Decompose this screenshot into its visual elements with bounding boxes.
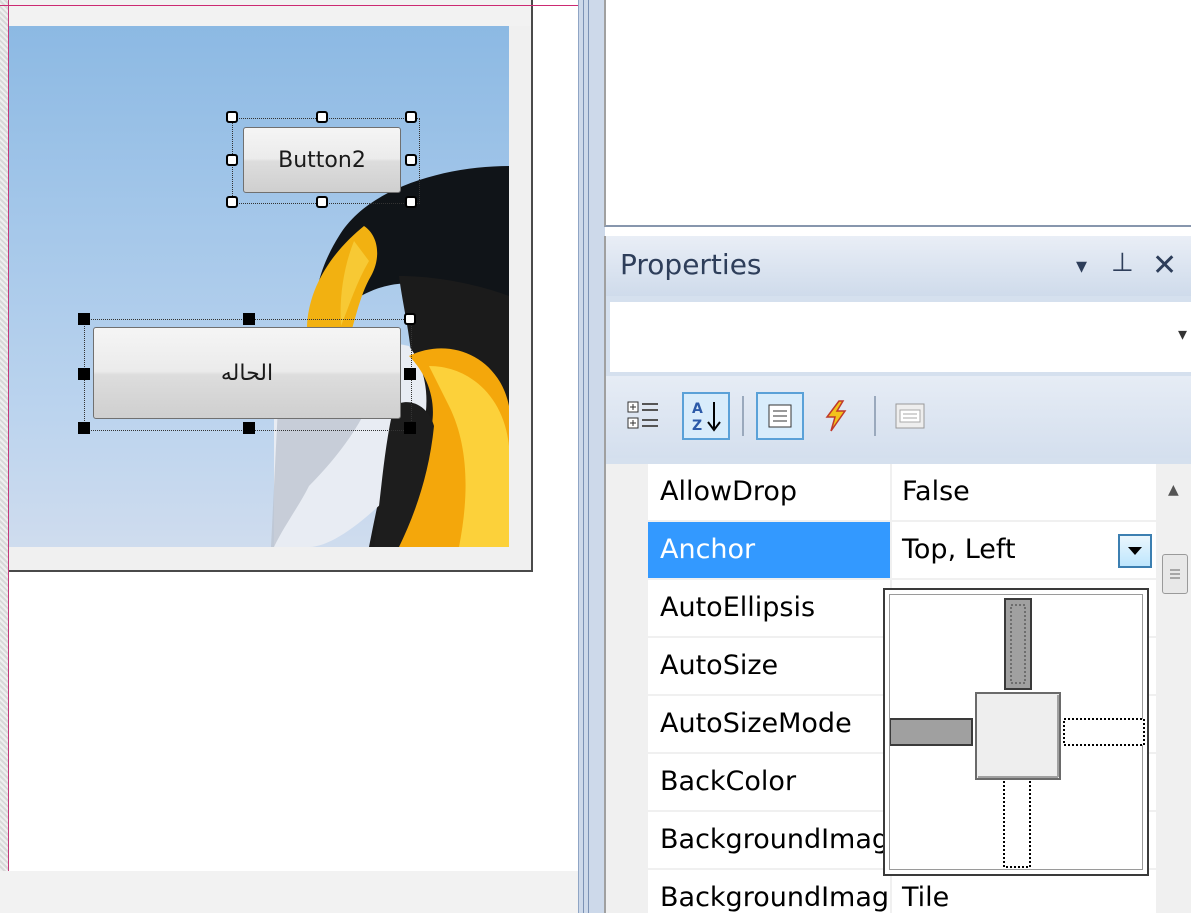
- resize-handle-sw[interactable]: [78, 422, 90, 434]
- property-name: AutoSizeMode: [648, 696, 892, 752]
- properties-icon[interactable]: [756, 392, 804, 440]
- anchor-dropdown-button[interactable]: [1118, 534, 1152, 568]
- designer-margin: [0, 0, 9, 913]
- property-name: BackColor: [648, 754, 892, 810]
- resize-handle-n[interactable]: [243, 313, 255, 325]
- properties-title: Properties: [620, 248, 762, 281]
- object-selector-combo[interactable]: ▾: [610, 302, 1191, 372]
- toolbar-separator: [874, 396, 876, 436]
- button2[interactable]: Button2: [243, 127, 401, 193]
- anchor-editor-area: [889, 594, 1145, 870]
- resize-handle-se[interactable]: [404, 422, 416, 434]
- resize-handle-nw[interactable]: [78, 313, 90, 325]
- solution-explorer-pane: [604, 0, 1191, 227]
- form-designer-surface[interactable]: Button2 الحاله: [0, 0, 578, 913]
- resize-handle-s[interactable]: [316, 196, 328, 208]
- form-background-image[interactable]: [9, 26, 509, 547]
- resize-handle-e[interactable]: [404, 368, 416, 380]
- property-name: BackgroundImageLayout: [648, 870, 892, 913]
- property-name: Anchor: [648, 522, 892, 578]
- anchor-center-control: [975, 692, 1061, 780]
- button1[interactable]: الحاله: [93, 327, 401, 419]
- resize-handle-w[interactable]: [78, 368, 90, 380]
- resize-handle-ne[interactable]: [404, 313, 416, 325]
- toolbar-separator: [742, 396, 744, 436]
- form-window[interactable]: Button2 الحاله: [9, 0, 533, 572]
- anchor-left-toggle[interactable]: [890, 718, 973, 746]
- resize-handle-ne[interactable]: [405, 111, 417, 123]
- property-row-allowdrop[interactable]: AllowDrop False: [648, 464, 1156, 522]
- resize-handle-nw[interactable]: [226, 111, 238, 123]
- anchor-editor-popup: [883, 588, 1149, 876]
- designer-bottom-strip: [0, 871, 578, 913]
- scroll-thumb[interactable]: [1162, 554, 1188, 594]
- panel-splitter[interactable]: [578, 0, 605, 913]
- close-icon[interactable]: ✕: [1152, 248, 1177, 283]
- resize-handle-sw[interactable]: [226, 196, 238, 208]
- property-name: AutoEllipsis: [648, 580, 892, 636]
- property-value[interactable]: Top, Left: [892, 522, 1156, 578]
- chevron-down-icon[interactable]: ▾: [1178, 324, 1187, 345]
- resize-handle-w[interactable]: [226, 154, 238, 166]
- anchor-right-toggle[interactable]: [1063, 718, 1145, 746]
- penguin-image: [271, 166, 509, 547]
- property-value[interactable]: False: [892, 464, 1156, 520]
- form-title-bar: [9, 0, 531, 26]
- resize-handle-e[interactable]: [405, 154, 417, 166]
- svg-text:Z: Z: [692, 418, 702, 434]
- property-row-backgroundimagelayout[interactable]: BackgroundImageLayout Tile: [648, 870, 1156, 913]
- alphabetical-icon[interactable]: A Z: [682, 392, 730, 440]
- pin-icon[interactable]: ⊥: [1111, 248, 1134, 278]
- anchor-bottom-toggle[interactable]: [1003, 778, 1031, 868]
- property-name: AutoSize: [648, 638, 892, 694]
- anchor-top-toggle[interactable]: [1004, 598, 1032, 690]
- property-row-anchor[interactable]: Anchor Top, Left: [648, 522, 1156, 580]
- scroll-up-arrow-icon[interactable]: ▲: [1168, 482, 1179, 498]
- properties-header: Properties ▾ ⊥ ✕: [606, 236, 1191, 296]
- resize-handle-n[interactable]: [316, 111, 328, 123]
- categorized-icon[interactable]: [620, 392, 668, 440]
- resize-handle-s[interactable]: [243, 422, 255, 434]
- property-grid-scrollbar[interactable]: ▲: [1156, 464, 1191, 913]
- chevron-down-icon: [1128, 547, 1142, 555]
- property-pages-icon[interactable]: [886, 392, 934, 440]
- property-value[interactable]: Tile: [892, 870, 1156, 913]
- property-grid-margin: [606, 464, 648, 913]
- properties-toolbar: A Z: [606, 376, 1191, 458]
- window-position-dropdown-icon[interactable]: ▾: [1076, 254, 1087, 279]
- property-name: BackgroundImage: [648, 812, 892, 868]
- resize-handle-se[interactable]: [405, 196, 417, 208]
- property-name: AllowDrop: [648, 464, 892, 520]
- svg-text:A: A: [692, 401, 703, 417]
- events-icon[interactable]: [812, 392, 860, 440]
